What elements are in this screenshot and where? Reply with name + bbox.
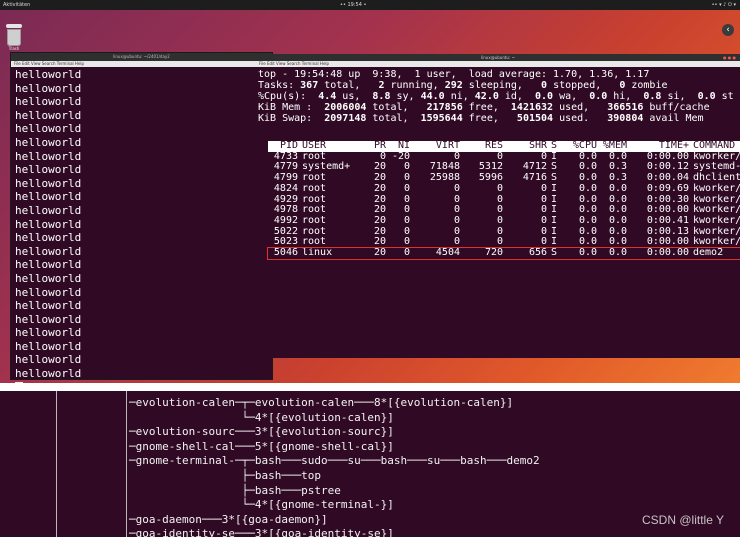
pstree-line: ─goa-identity-se───3*[{goa-identity-se}]: [129, 527, 394, 537]
window-controls-icon[interactable]: ● ● ●: [723, 54, 736, 61]
process-cell: 4504: [435, 247, 460, 259]
top-swap-line: KiB Swap: 2097148 total, 1595644 free, 5…: [258, 113, 704, 124]
process-cell: kworker/0+: [693, 182, 740, 194]
output-line: helloworld: [15, 122, 82, 136]
process-cell: 0: [496, 182, 503, 194]
output-line: helloworld: [15, 68, 82, 81]
output-line: helloworld: [15, 271, 82, 285]
output-line: helloworld: [15, 326, 82, 340]
process-cell: 0: [453, 225, 460, 237]
process-cell: linux: [302, 247, 333, 259]
process-cell: 0: [453, 214, 460, 226]
output-line: helloworld: [15, 149, 82, 163]
terminal-left-titlebar[interactable]: linux@ubuntu: ~/2401/day2: [11, 53, 272, 61]
top-summary: top - 19:54:48 up 9:38, 1 user, load ave…: [258, 69, 734, 124]
output-line: helloworld: [15, 108, 82, 122]
process-cell: 0:09.69: [646, 182, 689, 194]
top-bar: Aktivitäten •• 19:54 • •• ▾ ♪ ⏻ ▾: [0, 0, 740, 10]
terminal-right-titlebar[interactable]: linux@ubuntu: ~ ● ● ●: [256, 54, 740, 61]
process-cell: 0:00.00: [646, 247, 689, 259]
terminal-right-menubar[interactable]: File Edit View Search Terminal Help: [256, 61, 740, 67]
watermark: CSDN @little Y: [642, 513, 724, 527]
terminal-left-output: helloworld helloworld helloworld helloworld…: [11, 67, 272, 383]
output-line: helloworld: [15, 163, 82, 177]
process-cell: I: [551, 182, 558, 194]
process-cell: demo2: [693, 247, 724, 259]
output-line: helloworld: [15, 367, 82, 381]
output-line: helloworld: [15, 258, 82, 272]
system-tray[interactable]: •• ▾ ♪ ⏻ ▾: [712, 0, 736, 10]
pstree-line: ├─bash───pstree: [129, 483, 341, 497]
output-line: helloworld: [15, 190, 82, 204]
pstree-line: ─gnome-terminal-─┬─bash───sudo───su───ba…: [129, 454, 540, 468]
trash-can: [7, 29, 21, 46]
pstree-line: ─evolution-calen─┬─evolution-calen───8*[…: [129, 396, 514, 409]
ubuntu-desktop: Aktivitäten •• 19:54 • •• ▾ ♪ ⏻ ▾ Trash …: [0, 0, 740, 383]
top-tasks-line: Tasks: 367 total, 2 running, 292 sleepin…: [258, 80, 668, 91]
output-line: helloworld: [15, 217, 82, 231]
output-line: helloworld: [15, 81, 82, 95]
trash-label: Trash: [8, 46, 20, 51]
process-table: PID USER PR NI VIRT RES SHR S %CPU %MEM TIME+ COMMA…: [267, 140, 740, 260]
process-cell: root: [302, 182, 327, 194]
output-line: helloworld: [15, 244, 82, 258]
tree-guide-line: [126, 391, 127, 537]
output-line: helloworld: [15, 203, 82, 217]
tree-guide-line: [56, 391, 57, 537]
process-cell: 0: [453, 204, 460, 216]
pstree-line: ├─bash───top: [129, 468, 322, 482]
output-line: helloworld: [15, 176, 82, 190]
process-cell: 0: [403, 247, 410, 259]
process-row: 4824root200000I0.00.00:09.69kworker/0+: [268, 182, 740, 195]
pstree-line: └─4*[{evolution-calen}]: [129, 410, 394, 424]
output-line: helloworld: [15, 299, 82, 313]
process-cell: 0.0: [608, 247, 627, 259]
process-cell: 0.0: [578, 247, 597, 259]
trash-lid: [6, 24, 22, 28]
process-cell: 0: [403, 182, 410, 194]
back-arrow-icon[interactable]: ‹: [722, 24, 734, 36]
process-cell: 5046: [273, 247, 298, 259]
process-cell: 20: [373, 247, 386, 259]
pstree-line: ─goa-daemon───3*[{goa-daemon}]: [129, 512, 328, 526]
process-cell: 0: [540, 182, 547, 194]
process-cell: 25988: [429, 172, 460, 184]
terminal-window-right[interactable]: linux@ubuntu: ~ ● ● ● File Edit View Sea…: [256, 54, 740, 358]
top-uptime-line: top - 19:54:48 up 9:38, 1 user, load ave…: [258, 69, 650, 80]
output-line: helloworld: [15, 231, 82, 245]
process-cell: 0.0: [578, 182, 597, 194]
output-line: helloworld: [15, 95, 82, 109]
trash-icon[interactable]: Trash: [4, 24, 24, 51]
process-row-highlighted: 5046 linux 20 0 4504 720 656 S 0.0 0.0 0:00.00 demo…: [267, 247, 740, 260]
process-cell: 720: [484, 247, 503, 259]
process-cell: 656: [528, 247, 547, 259]
process-cell: 4824: [273, 182, 298, 194]
pstree-line: ─evolution-sourc───3*[{evolution-sourc}]: [129, 425, 394, 439]
pstree-line: ─gnome-shell-cal───5*[{gnome-shell-cal}]: [129, 439, 394, 453]
output-line: helloworld: [15, 339, 82, 353]
output-line: helloworld: [15, 135, 82, 149]
top-mem-line: KiB Mem : 2006004 total, 217856 free, 14…: [258, 102, 710, 113]
terminal-window-left[interactable]: linux@ubuntu: ~/2401/day2 File Edit View…: [10, 52, 273, 383]
process-cell: 0: [453, 182, 460, 194]
pstree-output: ─evolution-calen─┬─evolution-calen───8*[…: [129, 396, 540, 537]
process-cell: 0.0: [608, 182, 627, 194]
activities-button[interactable]: Aktivitäten: [3, 0, 30, 10]
pstree-terminal: ─evolution-calen─┬─evolution-calen───8*[…: [0, 391, 740, 537]
column-header: VIRT: [435, 140, 460, 151]
pstree-line: └─4*[{gnome-terminal-}]: [129, 498, 394, 512]
cursor-icon: [15, 381, 23, 383]
top-cpu-line: %Cpu(s): 4.4 us, 8.8 sy, 44.0 ni, 42.0 i…: [258, 91, 734, 102]
output-line: helloworld: [15, 353, 82, 367]
process-cell: S: [551, 247, 558, 259]
process-cell: 20: [373, 182, 386, 194]
output-line: helloworld: [15, 312, 82, 326]
clock[interactable]: •• 19:54 •: [340, 0, 366, 10]
process-cell: 0: [453, 193, 460, 205]
output-line: helloworld: [15, 285, 82, 299]
terminal-right-title: linux@ubuntu: ~: [481, 55, 515, 60]
